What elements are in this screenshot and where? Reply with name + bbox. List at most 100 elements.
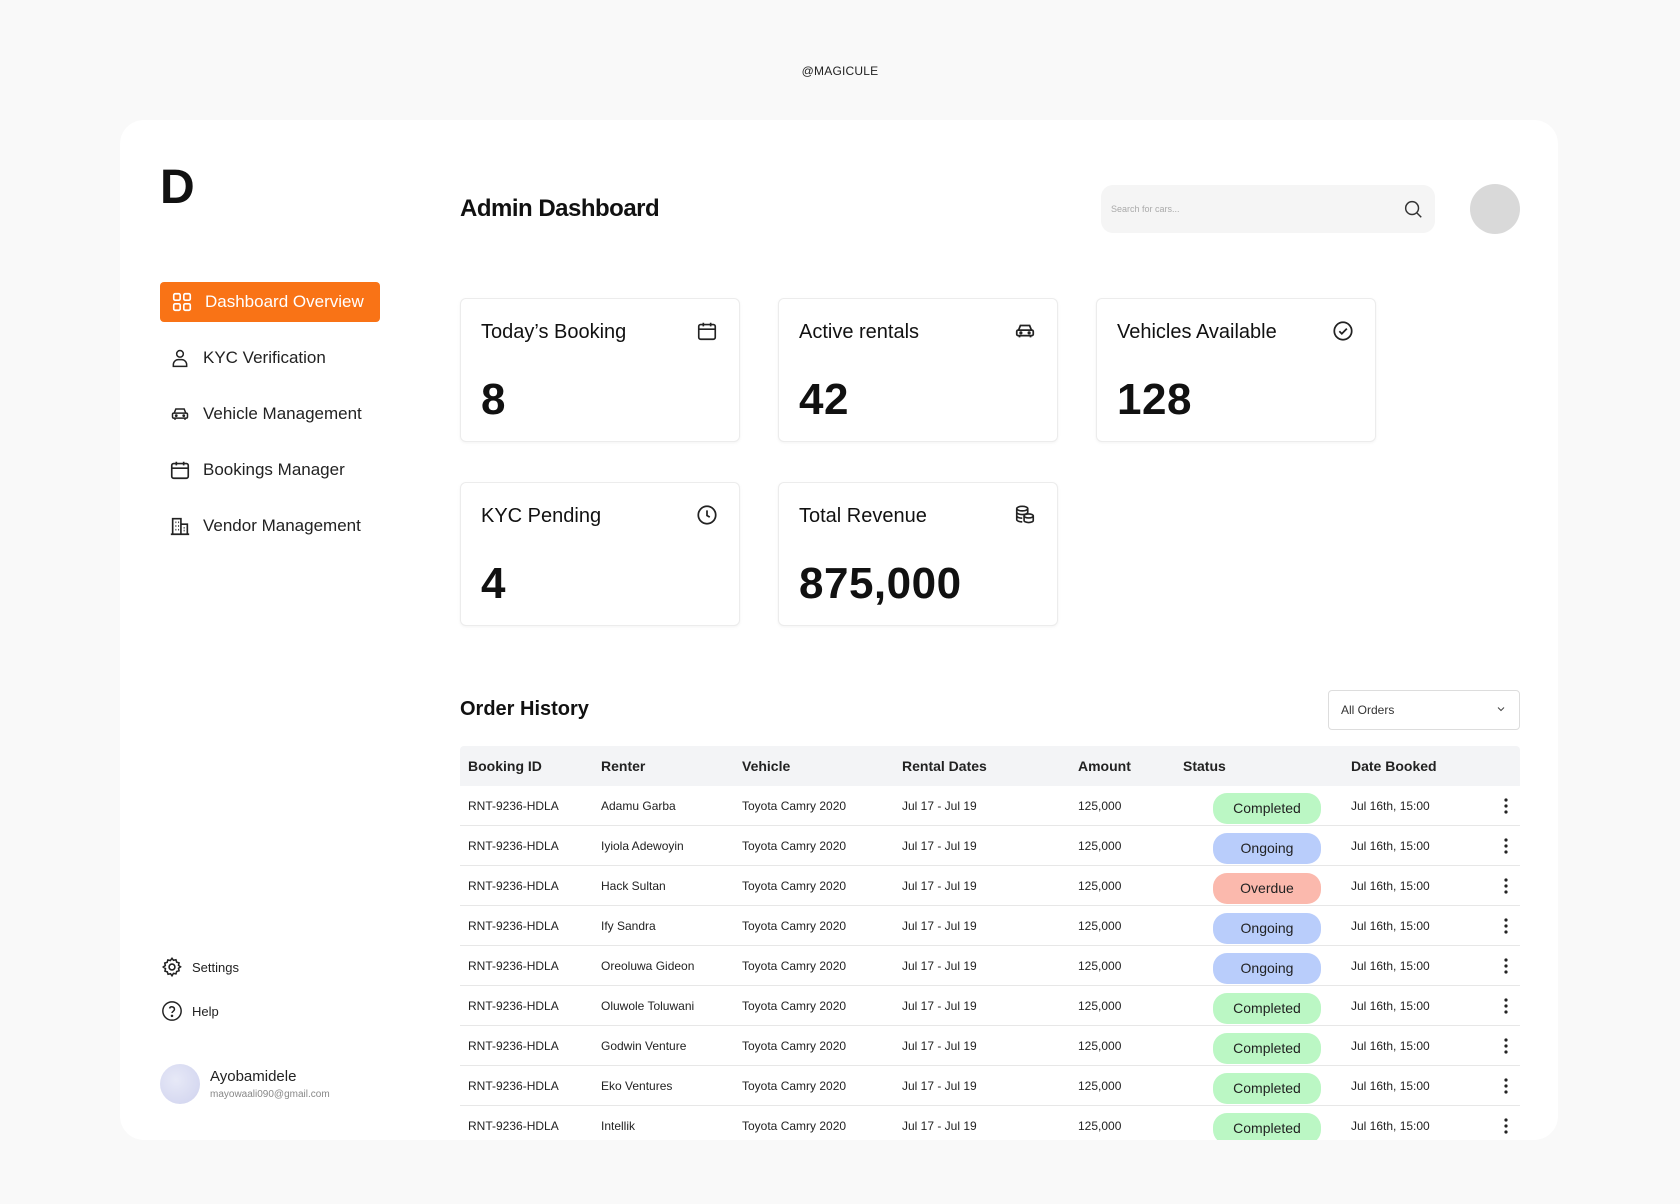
status-cell: Ongoing: [1183, 947, 1351, 984]
more-options-icon[interactable]: [1491, 837, 1520, 854]
rental-dates-cell: Jul 17 - Jul 19: [902, 918, 977, 933]
status-badge: Completed: [1213, 993, 1321, 1024]
status-badge: Ongoing: [1213, 953, 1321, 984]
amount-cell: 125,000: [1078, 958, 1122, 973]
status-cell: Completed: [1183, 1027, 1351, 1064]
table-row[interactable]: RNT-9236-HDLA Godwin Venture Toyota Camry …: [460, 1026, 1520, 1066]
more-options-icon[interactable]: [1491, 797, 1520, 814]
status-cell: Completed: [1183, 1107, 1351, 1140]
stat-card-todays-booking: Today’s Booking 8: [460, 298, 740, 442]
watermark: @MAGICULE: [801, 64, 879, 78]
renter-cell: Eko Ventures: [601, 1078, 673, 1093]
order-filter-value: All Orders: [1341, 703, 1395, 717]
column-header: Amount: [1078, 758, 1131, 774]
table-row[interactable]: RNT-9236-HDLA Oluwole Toluwani Toyota Camr…: [460, 986, 1520, 1026]
stat-value: 4: [481, 559, 506, 608]
vehicle-cell: Toyota Camry 2020: [742, 878, 847, 893]
sidebar-item-vendor-management[interactable]: Vendor Management: [160, 506, 380, 546]
settings-link[interactable]: Settings: [160, 954, 239, 980]
order-history-table: Booking ID Renter Vehicle Rental Dates A…: [460, 746, 1520, 1140]
more-options-icon[interactable]: [1491, 877, 1520, 894]
status-badge: Completed: [1213, 1073, 1321, 1104]
table-row[interactable]: RNT-9236-HDLA Ify Sandra Toyota Camry 2020…: [460, 906, 1520, 946]
date-booked-cell: Jul 16th, 15:00: [1351, 878, 1430, 893]
more-options-icon[interactable]: [1491, 1037, 1520, 1054]
help-label: Help: [192, 1003, 219, 1019]
status-cell: Ongoing: [1183, 907, 1351, 944]
status-badge: Completed: [1213, 793, 1321, 824]
booking-id-cell: RNT-9236-HDLA: [468, 958, 559, 973]
vehicle-cell: Toyota Camry 2020: [742, 1078, 847, 1093]
settings-label: Settings: [192, 959, 239, 975]
column-header: Renter: [601, 758, 646, 774]
rental-dates-cell: Jul 17 - Jul 19: [902, 998, 977, 1013]
chevron-down-icon: [1495, 703, 1507, 718]
order-filter-select[interactable]: All Orders: [1328, 690, 1520, 730]
table-row[interactable]: RNT-9236-HDLA Oreoluwa Gideon Toyota Camry…: [460, 946, 1520, 986]
rental-dates-cell: Jul 17 - Jul 19: [902, 958, 977, 973]
search-icon[interactable]: [1401, 197, 1425, 221]
vehicle-cell: Toyota Camry 2020: [742, 838, 847, 853]
sidebar-item-dashboard-overview[interactable]: Dashboard Overview: [160, 282, 380, 322]
profile-avatar[interactable]: [1470, 184, 1520, 234]
stat-label: Active rentals: [799, 321, 920, 343]
table-row[interactable]: RNT-9236-HDLA Adamu Garba Toyota Camry 202…: [460, 786, 1520, 826]
more-options-icon[interactable]: [1491, 917, 1520, 934]
stat-label: Vehicles Available: [1117, 321, 1277, 343]
date-booked-cell: Jul 16th, 15:00: [1351, 918, 1430, 933]
sidebar-bottom-nav: Settings Help: [160, 954, 239, 1042]
stat-card-kyc-pending: KYC Pending 4: [460, 482, 740, 626]
rental-dates-cell: Jul 17 - Jul 19: [902, 798, 977, 813]
sidebar-item-vehicle-management[interactable]: Vehicle Management: [160, 394, 380, 434]
search-input[interactable]: [1111, 204, 1401, 214]
gear-icon: [160, 955, 184, 979]
help-link[interactable]: Help: [160, 998, 239, 1024]
booking-id-cell: RNT-9236-HDLA: [468, 838, 559, 853]
stat-card-active-rentals: Active rentals 42: [778, 298, 1058, 442]
app-logo[interactable]: D: [160, 164, 195, 212]
more-options-icon[interactable]: [1491, 957, 1520, 974]
booking-id-cell: RNT-9236-HDLA: [468, 798, 559, 813]
rental-dates-cell: Jul 17 - Jul 19: [902, 1118, 977, 1133]
user-profile[interactable]: Ayobamidele mayowaali090@gmail.com: [160, 1064, 330, 1104]
app-window: D Dashboard Overview KYC Verification Ve…: [120, 120, 1558, 1140]
amount-cell: 125,000: [1078, 878, 1122, 893]
more-options-icon[interactable]: [1491, 1117, 1520, 1134]
stat-value: 875,000: [799, 559, 962, 608]
coins-icon: [1013, 503, 1037, 527]
check-circle-icon: [1331, 319, 1355, 343]
stat-label: Today’s Booking: [481, 321, 627, 343]
stat-label: KYC Pending: [481, 505, 602, 527]
column-header: Rental Dates: [902, 758, 987, 774]
amount-cell: 125,000: [1078, 838, 1122, 853]
vehicle-cell: Toyota Camry 2020: [742, 1038, 847, 1053]
more-options-icon[interactable]: [1491, 997, 1520, 1014]
car-icon: [168, 402, 192, 426]
renter-cell: Oluwole Toluwani: [601, 998, 695, 1013]
calendar-icon: [695, 319, 719, 343]
date-booked-cell: Jul 16th, 15:00: [1351, 1118, 1430, 1133]
sidebar-item-label: Vehicle Management: [203, 404, 362, 423]
table-row[interactable]: RNT-9236-HDLA Intellik Toyota Camry 2020 Ju…: [460, 1106, 1520, 1140]
status-badge: Ongoing: [1213, 833, 1321, 864]
renter-cell: Adamu Garba: [601, 798, 676, 813]
order-history-title: Order History: [460, 698, 589, 720]
sidebar-item-kyc-verification[interactable]: KYC Verification: [160, 338, 380, 378]
table-row[interactable]: RNT-9236-HDLA Eko Ventures Toyota Camry 20…: [460, 1066, 1520, 1106]
rental-dates-cell: Jul 17 - Jul 19: [902, 838, 977, 853]
stat-label: Total Revenue: [799, 505, 927, 527]
status-badge: Overdue: [1213, 873, 1321, 904]
table-row[interactable]: RNT-9236-HDLA Hack Sultan Toyota Camry 202…: [460, 866, 1520, 906]
renter-cell: Hack Sultan: [601, 878, 666, 893]
renter-cell: Ify Sandra: [601, 918, 656, 933]
more-options-icon[interactable]: [1491, 1077, 1520, 1094]
sidebar-item-bookings-manager[interactable]: Bookings Manager: [160, 450, 380, 490]
amount-cell: 125,000: [1078, 1118, 1122, 1133]
booking-id-cell: RNT-9236-HDLA: [468, 998, 559, 1013]
status-cell: Overdue: [1183, 867, 1351, 904]
table-row[interactable]: RNT-9236-HDLA Iyiola Adewoyin Toyota Camry…: [460, 826, 1520, 866]
renter-cell: Godwin Venture: [601, 1038, 687, 1053]
renter-cell: Iyiola Adewoyin: [601, 838, 684, 853]
renter-cell: Oreoluwa Gideon: [601, 958, 695, 973]
page-title: Admin Dashboard: [460, 195, 660, 222]
